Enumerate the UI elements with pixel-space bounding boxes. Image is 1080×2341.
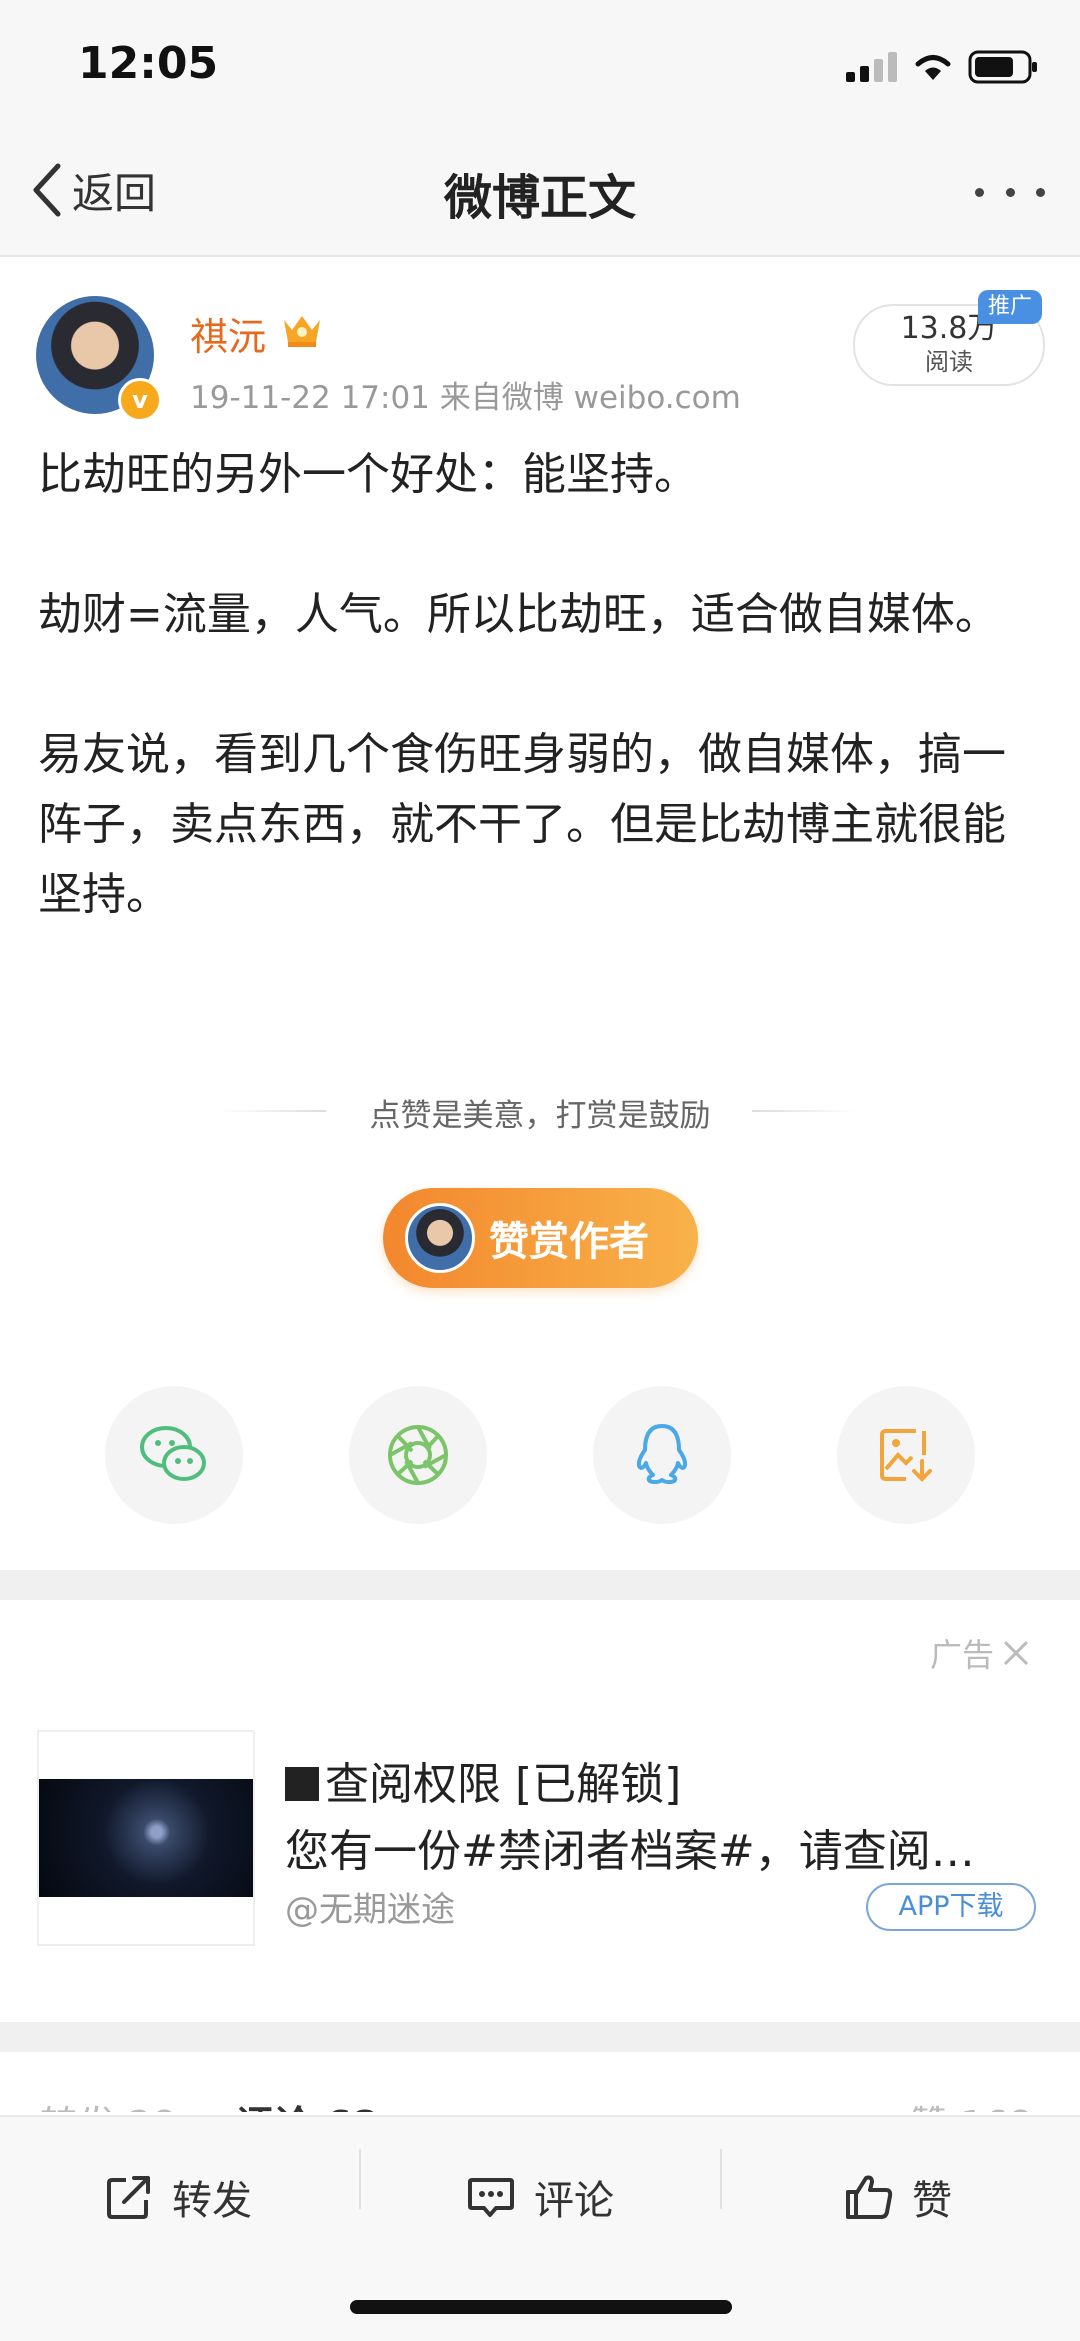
ad-source[interactable]: @无期迷途 bbox=[285, 1882, 455, 1931]
username[interactable]: 祺沅 bbox=[190, 306, 266, 361]
reward-author-button[interactable]: 赞赏作者 bbox=[383, 1188, 698, 1288]
ad-label: 广告 bbox=[930, 1636, 995, 1674]
home-indicator bbox=[350, 2300, 732, 2314]
reward-tip: 点赞是美意，打赏是鼓励 bbox=[369, 1098, 711, 1134]
save-image-button[interactable] bbox=[837, 1386, 975, 1524]
read-label: 阅读 bbox=[925, 348, 973, 376]
repost-label: 转发 bbox=[172, 2178, 252, 2224]
ad-title-text: 查阅权限 [已解锁] bbox=[325, 1759, 682, 1810]
battery-icon bbox=[968, 50, 1037, 84]
post-body: 比劫旺的另外一个好处：能坚持。 劫财=流量，人气。所以比劫旺，适合做自媒体。 易… bbox=[38, 440, 1048, 1000]
share-moments-button[interactable] bbox=[349, 1386, 487, 1524]
comment-icon bbox=[468, 2178, 514, 2217]
repost-icon bbox=[107, 2176, 150, 2219]
more-options-button[interactable] bbox=[975, 182, 1045, 202]
ad-title[interactable]: 查阅权限 [已解锁] bbox=[285, 1748, 681, 1812]
section-gap bbox=[0, 1570, 1080, 1600]
share-wechat-button[interactable] bbox=[105, 1386, 243, 1524]
like-count-tab[interactable]: 赞 168 bbox=[910, 2094, 1033, 2112]
thumbs-up-icon bbox=[846, 2175, 893, 2219]
status-time: 12:05 bbox=[78, 38, 219, 89]
status-bar: 12:05 bbox=[0, 0, 1080, 130]
moments-icon bbox=[388, 1425, 448, 1485]
close-icon[interactable] bbox=[1002, 1639, 1030, 1667]
comment-button[interactable]: 评论 bbox=[466, 2157, 614, 2237]
ad-description[interactable]: 您有一份#禁闭者档案#，请查阅… bbox=[285, 1815, 1045, 1879]
like-button[interactable]: 赞 bbox=[844, 2157, 952, 2237]
repost-button[interactable]: 转发 bbox=[104, 2157, 252, 2237]
save-image-icon bbox=[880, 1429, 932, 1482]
member-crown-icon[interactable] bbox=[280, 310, 324, 350]
ad-image bbox=[39, 1779, 253, 1897]
wifi-icon bbox=[915, 55, 951, 80]
section-gap bbox=[0, 2022, 1080, 2052]
post-paragraph: 易友说，看到几个食伤旺身弱的，做自媒体，搞一阵子，卖点东西，就不干了。但是比劫博… bbox=[38, 729, 1006, 920]
post-paragraph: 劫财=流量，人气。所以比劫旺，适合做自媒体。 bbox=[38, 589, 999, 640]
divider bbox=[359, 2149, 361, 2209]
post-paragraph: 比劫旺的另外一个好处：能坚持。 bbox=[38, 449, 698, 500]
promo-tag: 推广 bbox=[978, 290, 1042, 324]
qq-icon bbox=[636, 1424, 688, 1484]
signal-icon bbox=[846, 52, 898, 82]
ad-thumbnail[interactable] bbox=[37, 1730, 255, 1946]
share-qq-button[interactable] bbox=[593, 1386, 731, 1524]
verified-badge-icon: v bbox=[118, 378, 162, 422]
comment-label: 评论 bbox=[534, 2178, 614, 2224]
repost-count-tab[interactable]: 转发 28 bbox=[40, 2094, 176, 2112]
divider bbox=[720, 2149, 722, 2209]
wechat-icon bbox=[140, 1426, 206, 1481]
app-download-button[interactable]: APP下载 bbox=[866, 1883, 1036, 1931]
comment-count-tab[interactable]: 评论 68 bbox=[236, 2094, 378, 2112]
page-title: 微博正文 bbox=[443, 170, 636, 226]
post-meta: 19-11-22 17:01 来自微博 weibo.com bbox=[190, 380, 741, 416]
reward-button-label: 赞赏作者 bbox=[489, 1219, 649, 1265]
ad-tag[interactable]: 广告 bbox=[930, 1630, 1030, 1676]
square-icon bbox=[285, 1767, 319, 1801]
like-label: 赞 bbox=[912, 2178, 952, 2224]
counts-row: 转发 28 评论 68 赞 168 bbox=[0, 2052, 1080, 2112]
author-avatar bbox=[405, 1203, 475, 1273]
nav-bar: 返回 微博正文 bbox=[0, 130, 1080, 257]
